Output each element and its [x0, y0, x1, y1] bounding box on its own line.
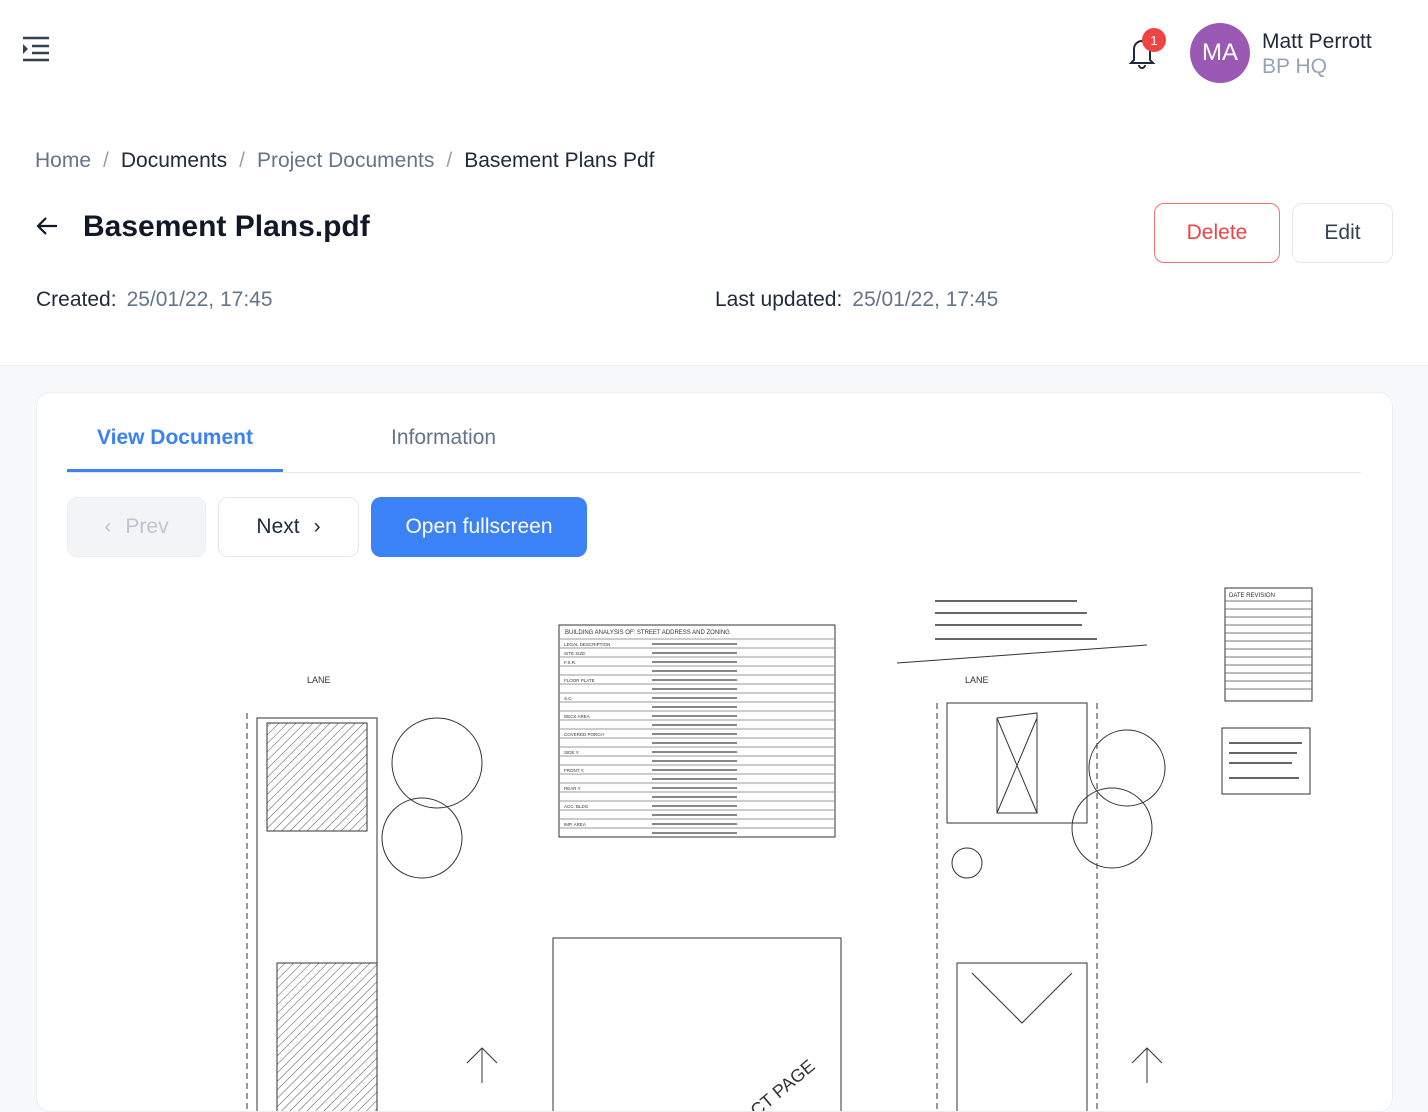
table-row-label: SIDE Y. — [564, 750, 579, 755]
top-bar: 1 MA Matt Perrott BP HQ — [0, 0, 1428, 104]
drawing-revision-header: DATE REVISION — [1229, 593, 1275, 599]
tab-bar: View Document Information — [67, 393, 1361, 473]
breadcrumb-documents[interactable]: Documents — [121, 149, 227, 173]
created-label: Created — [36, 288, 111, 311]
drawing-lane-label-2: LANE — [965, 675, 989, 685]
drawing-lane-label: LANE — [307, 675, 331, 685]
table-row-label: IMP. AREA — [564, 822, 586, 827]
edit-button[interactable]: Edit — [1292, 203, 1393, 263]
next-label: Next — [256, 515, 300, 538]
created-meta: Created: 25/01/22, 17:45 — [36, 288, 273, 311]
table-row-label: DECK AREA — [564, 714, 590, 719]
breadcrumb-separator: / — [239, 149, 245, 172]
table-row-label: ACC. BLDG — [564, 804, 589, 809]
page-title: Basement Plans.pdf — [83, 210, 370, 243]
breadcrumb: Home / Documents / Project Documents / Base… — [35, 149, 654, 173]
table-row-label: COVERED PORCH — [564, 732, 604, 737]
tab-view-document[interactable]: View Document — [97, 426, 253, 450]
table-row-label: FRONT Y. — [564, 768, 584, 773]
breadcrumb-separator: / — [103, 149, 109, 172]
table-row-label: REAR Y. — [564, 786, 581, 791]
next-button[interactable]: Next › — [218, 497, 359, 557]
pdf-page-preview: LANE BUILDING ANALYSIS OF: STREET ADDRES… — [246, 587, 1313, 1112]
notification-badge: 1 — [1142, 28, 1166, 52]
updated-value: 25/01/22, 17:45 — [852, 288, 999, 311]
breadcrumb-current: Basement Plans Pdf — [464, 149, 655, 172]
chevron-right-icon: › — [313, 515, 321, 538]
prev-button[interactable]: ‹ Prev — [67, 497, 206, 557]
table-row-label: LEGAL DESCRIPTION — [564, 642, 610, 647]
tab-information[interactable]: Information — [391, 426, 496, 450]
open-fullscreen-button[interactable]: Open fullscreen — [371, 497, 587, 557]
user-org: BP HQ — [1262, 55, 1327, 78]
chevron-left-icon: ‹ — [104, 515, 112, 538]
created-value: 25/01/22, 17:45 — [126, 288, 273, 311]
delete-button[interactable]: Delete — [1154, 203, 1280, 263]
drawing-page-stamp: CT PAGE — [747, 1056, 819, 1112]
drawing-table-title: BUILDING ANALYSIS OF: STREET ADDRESS AND… — [565, 630, 730, 636]
prev-label: Prev — [125, 515, 169, 538]
back-arrow-icon[interactable] — [35, 214, 59, 238]
page-header: Home / Documents / Project Documents / Base… — [0, 104, 1428, 366]
user-name: Matt Perrott — [1262, 30, 1372, 53]
document-card: View Document Information ‹ Prev Next › Op… — [36, 392, 1393, 1112]
table-row-label: S.C. — [564, 696, 573, 701]
table-row-label: FLOOR PLATE — [564, 678, 595, 683]
breadcrumb-project-documents[interactable]: Project Documents — [257, 149, 434, 173]
breadcrumb-home[interactable]: Home — [35, 149, 91, 173]
updated-meta: Last updated: 25/01/22, 17:45 — [715, 288, 999, 311]
breadcrumb-separator: / — [446, 149, 453, 172]
active-tab-indicator — [67, 469, 283, 472]
menu-collapse-icon[interactable] — [22, 36, 50, 62]
updated-label: Last updated — [715, 288, 837, 311]
avatar[interactable]: MA — [1190, 23, 1250, 83]
table-row-label: SITE SIZE — [564, 651, 585, 656]
table-row-label: F.S.R. — [564, 660, 576, 665]
